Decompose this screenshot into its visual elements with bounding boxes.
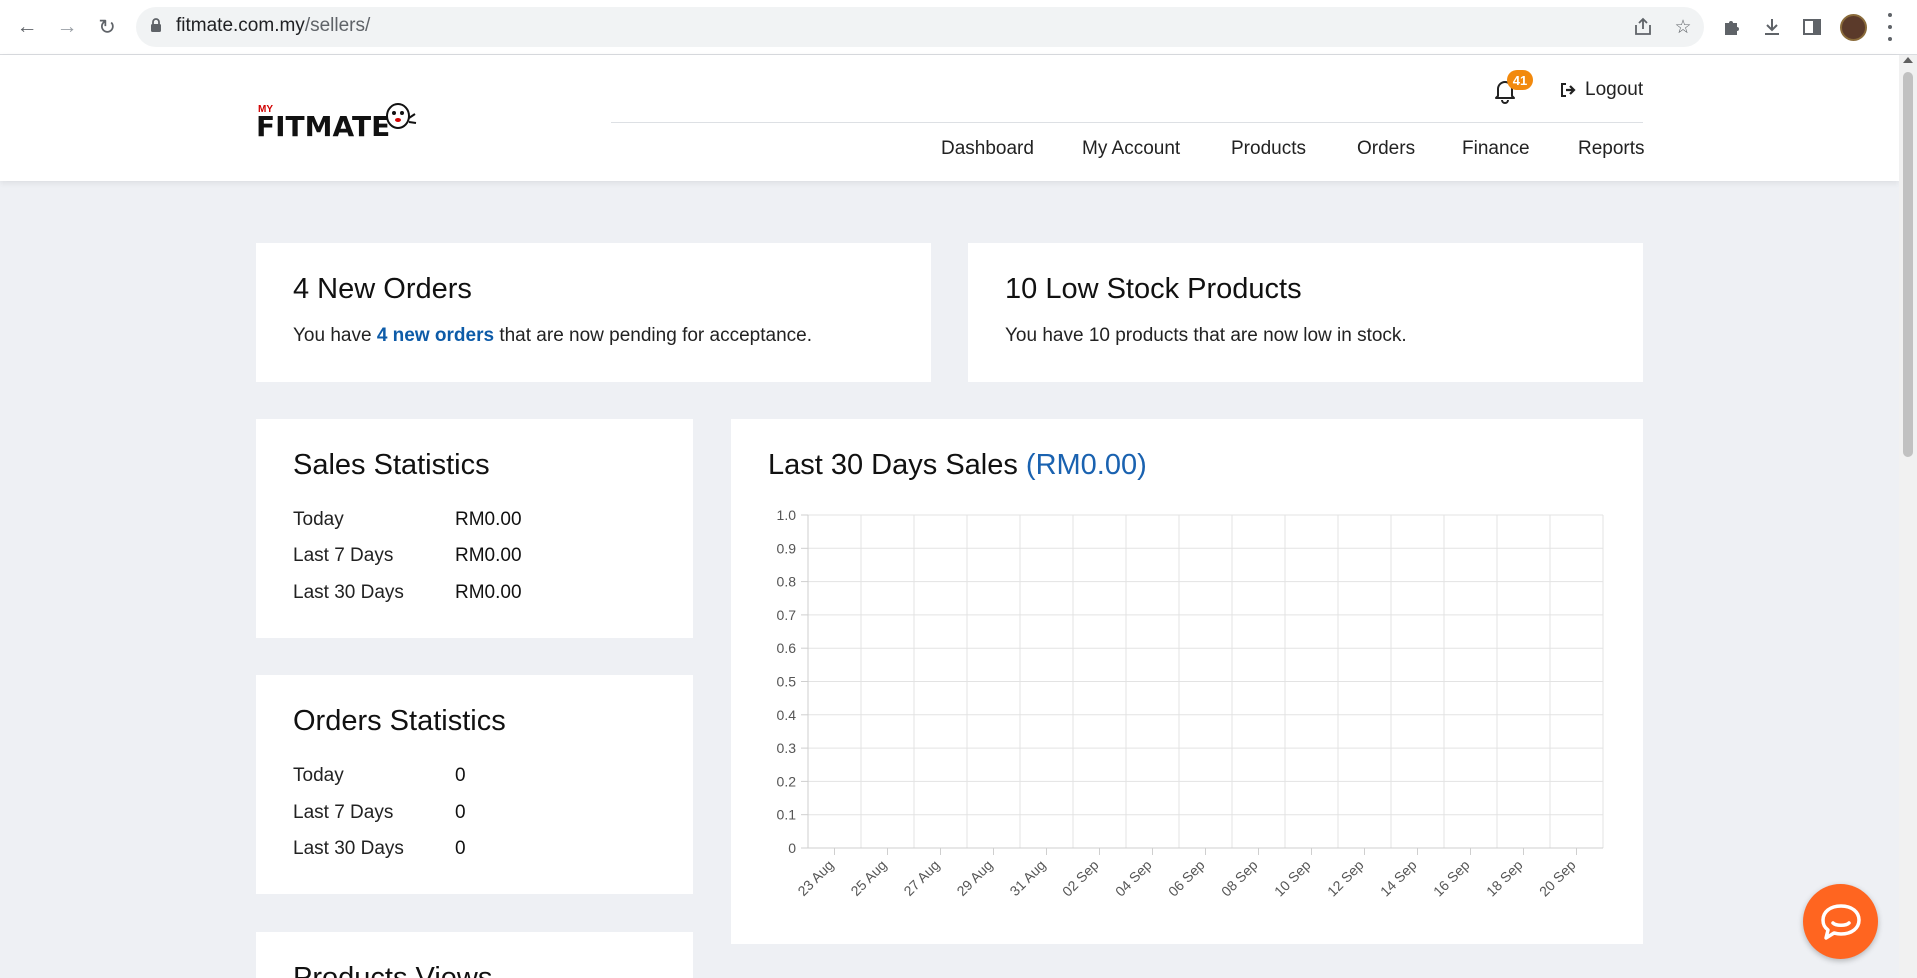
chat-icon bbox=[1820, 903, 1861, 940]
orders-stat-label: Today bbox=[293, 765, 344, 786]
nav-products[interactable]: Products bbox=[1231, 138, 1306, 160]
low-stock-card: 10 Low Stock Products You have 10 produc… bbox=[968, 243, 1643, 382]
orders-stat-label: Last 7 Days bbox=[293, 802, 394, 823]
lock-icon[interactable] bbox=[150, 17, 162, 33]
nav-reports[interactable]: Reports bbox=[1578, 138, 1645, 160]
y-tick-label: 0.7 bbox=[777, 607, 797, 623]
y-tick-label: 0.5 bbox=[777, 674, 797, 690]
y-tick-label: 0.8 bbox=[777, 574, 797, 590]
x-tick-label: 06 Sep bbox=[1165, 857, 1208, 900]
nav-finance[interactable]: Finance bbox=[1462, 138, 1530, 160]
sales-stat-label: Last 7 Days bbox=[293, 545, 394, 566]
y-tick-label: 0.2 bbox=[777, 773, 797, 789]
star-icon[interactable]: ☆ bbox=[1672, 16, 1694, 38]
x-tick-label: 18 Sep bbox=[1483, 857, 1526, 900]
new-orders-card: 4 New Orders You have 4 new orders that … bbox=[256, 243, 931, 382]
x-tick-label: 29 Aug bbox=[953, 857, 995, 899]
x-tick-label: 14 Sep bbox=[1377, 857, 1420, 900]
sales-stat-value: RM0.00 bbox=[455, 509, 522, 530]
y-tick-label: 0.6 bbox=[777, 640, 797, 656]
sales-statistics-card: Sales Statistics Today RM0.00 Last 7 Day… bbox=[256, 419, 693, 638]
back-icon[interactable]: ← bbox=[14, 14, 40, 40]
download-icon[interactable] bbox=[1760, 15, 1784, 39]
x-tick-label: 10 Sep bbox=[1271, 857, 1314, 900]
products-views-card: Products Views bbox=[256, 932, 693, 978]
header-divider bbox=[611, 122, 1643, 123]
x-tick-label: 25 Aug bbox=[847, 857, 889, 899]
low-stock-text: You have 10 products that are now low in… bbox=[1005, 325, 1407, 346]
scrollbar-thumb[interactable] bbox=[1903, 72, 1913, 457]
sales-stat-value: RM0.00 bbox=[455, 582, 522, 603]
x-tick-label: 27 Aug bbox=[900, 857, 942, 899]
chat-button[interactable] bbox=[1803, 884, 1878, 959]
x-tick-label: 12 Sep bbox=[1324, 857, 1367, 900]
sales-stat-value: RM0.00 bbox=[455, 545, 522, 566]
orders-stat-value: 0 bbox=[455, 838, 466, 859]
y-tick-label: 1.0 bbox=[777, 507, 797, 523]
mascot-icon bbox=[386, 103, 417, 129]
side-panel-icon[interactable] bbox=[1800, 15, 1824, 39]
x-tick-label: 02 Sep bbox=[1059, 857, 1102, 900]
x-tick-label: 20 Sep bbox=[1536, 857, 1579, 900]
x-tick-label: 23 Aug bbox=[794, 857, 836, 899]
orders-statistics-title: Orders Statistics bbox=[293, 705, 506, 737]
orders-stat-value: 0 bbox=[455, 765, 466, 786]
y-tick-label: 0.9 bbox=[777, 540, 797, 556]
x-tick-label: 31 Aug bbox=[1006, 857, 1048, 899]
nav-dashboard[interactable]: Dashboard bbox=[941, 138, 1034, 160]
x-tick-label: 16 Sep bbox=[1430, 857, 1473, 900]
url-text[interactable]: fitmate.com.my/sellers/ bbox=[176, 15, 370, 37]
y-tick-label: 0 bbox=[788, 840, 796, 856]
new-orders-text: You have 4 new orders that are now pendi… bbox=[293, 325, 812, 346]
x-tick-label: 04 Sep bbox=[1112, 857, 1155, 900]
y-tick-label: 0.3 bbox=[777, 740, 797, 756]
extensions-icon[interactable] bbox=[1720, 15, 1744, 39]
new-orders-title: 4 New Orders bbox=[293, 273, 472, 305]
forward-icon[interactable]: → bbox=[54, 14, 80, 40]
products-views-title: Products Views bbox=[293, 962, 493, 978]
logo[interactable]: FITMATE bbox=[256, 110, 390, 143]
sales-statistics-title: Sales Statistics bbox=[293, 449, 490, 481]
low-stock-title: 10 Low Stock Products bbox=[1005, 273, 1302, 305]
y-tick-label: 0.1 bbox=[777, 807, 797, 823]
menu-icon[interactable] bbox=[1886, 13, 1894, 41]
orders-stat-value: 0 bbox=[455, 802, 466, 823]
orders-statistics-card: Orders Statistics Today 0 Last 7 Days 0 … bbox=[256, 675, 693, 894]
sales-line-chart: 0 0.1 0.2 0.3 0.4 0.5 0.6 0.7 0.8 0.9 1.0 23 Aug 25 … bbox=[777, 507, 1604, 900]
sales-stat-label: Today bbox=[293, 509, 344, 530]
reload-icon[interactable]: ↻ bbox=[94, 14, 120, 40]
x-tick-label: 08 Sep bbox=[1218, 857, 1261, 900]
share-icon[interactable] bbox=[1632, 16, 1654, 38]
browser-toolbar: ← → ↻ fitmate.com.my/sellers/ ☆ bbox=[0, 0, 1917, 55]
profile-avatar[interactable] bbox=[1840, 14, 1867, 41]
orders-stat-label: Last 30 Days bbox=[293, 838, 404, 859]
scroll-up-icon[interactable] bbox=[1903, 57, 1913, 63]
sales-chart-total: (RM0.00) bbox=[1025, 449, 1147, 481]
logout-icon bbox=[1561, 83, 1576, 97]
notification-badge: 41 bbox=[1507, 70, 1533, 90]
address-bar[interactable] bbox=[136, 7, 1704, 47]
nav-my-account[interactable]: My Account bbox=[1082, 138, 1180, 160]
logout-label: Logout bbox=[1585, 79, 1644, 100]
new-orders-link[interactable]: 4 new orders bbox=[377, 325, 494, 346]
y-tick-label: 0.4 bbox=[777, 707, 797, 723]
sales-chart-title: Last 30 Days Sales (RM0.00) bbox=[768, 449, 1147, 481]
nav-orders[interactable]: Orders bbox=[1357, 138, 1415, 160]
sales-stat-label: Last 30 Days bbox=[293, 582, 404, 603]
logout-button[interactable]: Logout bbox=[1559, 79, 1643, 101]
